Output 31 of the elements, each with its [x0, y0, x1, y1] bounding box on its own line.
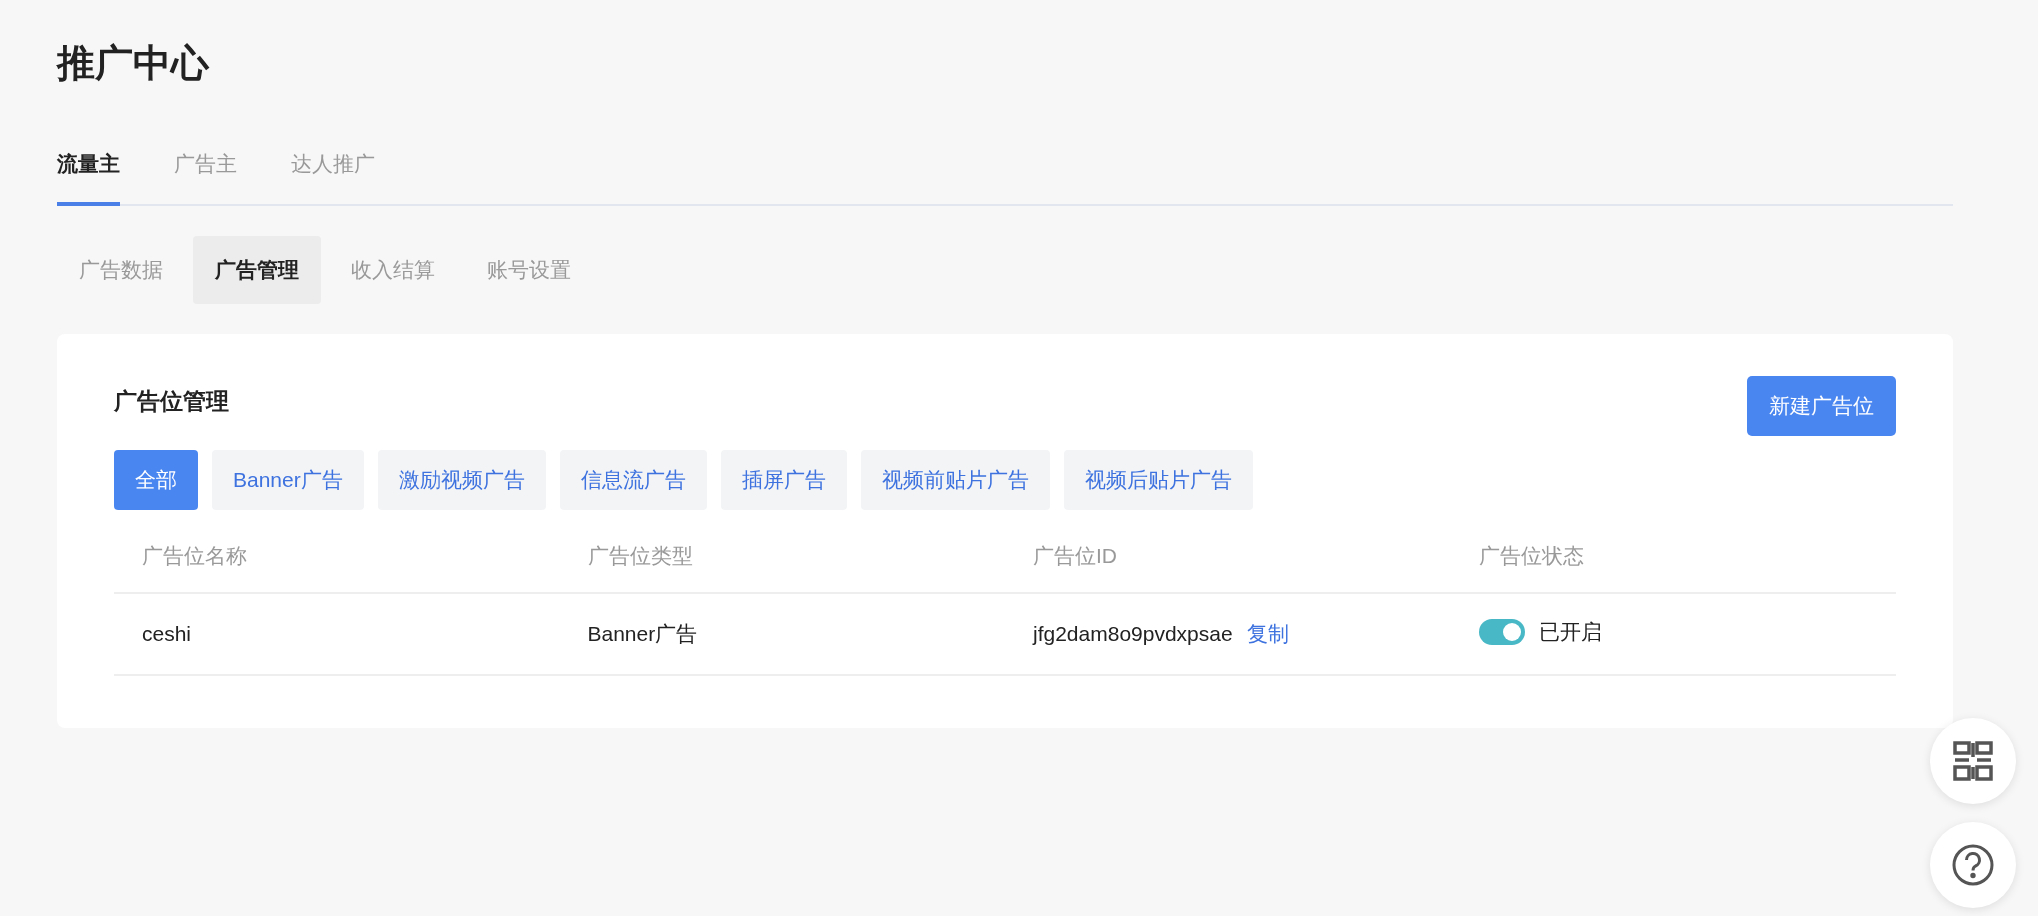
status-text: 已开启 — [1538, 619, 1602, 645]
filter-chip[interactable]: 插屏广告 — [720, 450, 847, 510]
filter-chip[interactable]: 视频前贴片广告 — [860, 450, 1050, 510]
new-ad-slot-button[interactable]: 新建广告位 — [1747, 376, 1896, 436]
card-title: 广告位管理 — [114, 387, 229, 416]
help-icon — [1952, 844, 1994, 886]
column-header: 广告位状态 — [1450, 520, 1896, 593]
filter-chip[interactable]: 视频后贴片广告 — [1063, 450, 1253, 510]
column-header: 广告位ID — [1005, 520, 1451, 593]
qr-code-icon — [1953, 741, 1993, 781]
status-toggle[interactable] — [1478, 619, 1525, 645]
table-cell: jfg2dam8o9pvdxpsae — [1033, 622, 1233, 645]
qr-code-button[interactable] — [1930, 718, 2016, 804]
sub-tab[interactable]: 账号设置 — [465, 236, 593, 304]
table-cell: ceshi — [142, 622, 192, 645]
sub-tab[interactable]: 广告数据 — [57, 236, 185, 304]
sub-tab[interactable]: 广告管理 — [193, 236, 321, 304]
help-button[interactable] — [1930, 822, 2016, 908]
filter-chip[interactable]: 全部 — [114, 450, 198, 510]
page-title: 推广中心 — [57, 41, 211, 86]
table-cell: Banner广告 — [587, 622, 698, 645]
column-header: 广告位类型 — [559, 520, 1005, 593]
filter-chip[interactable]: 激励视频广告 — [377, 450, 546, 510]
filter-chip[interactable]: Banner广告 — [212, 450, 364, 510]
tab[interactable]: 流量主 — [57, 150, 120, 206]
filter-chip[interactable]: 信息流广告 — [559, 450, 707, 510]
copy-link[interactable]: 复制 — [1246, 622, 1289, 645]
tab[interactable]: 广告主 — [174, 150, 237, 206]
sub-tab[interactable]: 收入结算 — [329, 236, 457, 304]
tab[interactable]: 达人推广 — [291, 150, 375, 206]
column-header: 广告位名称 — [114, 520, 560, 593]
